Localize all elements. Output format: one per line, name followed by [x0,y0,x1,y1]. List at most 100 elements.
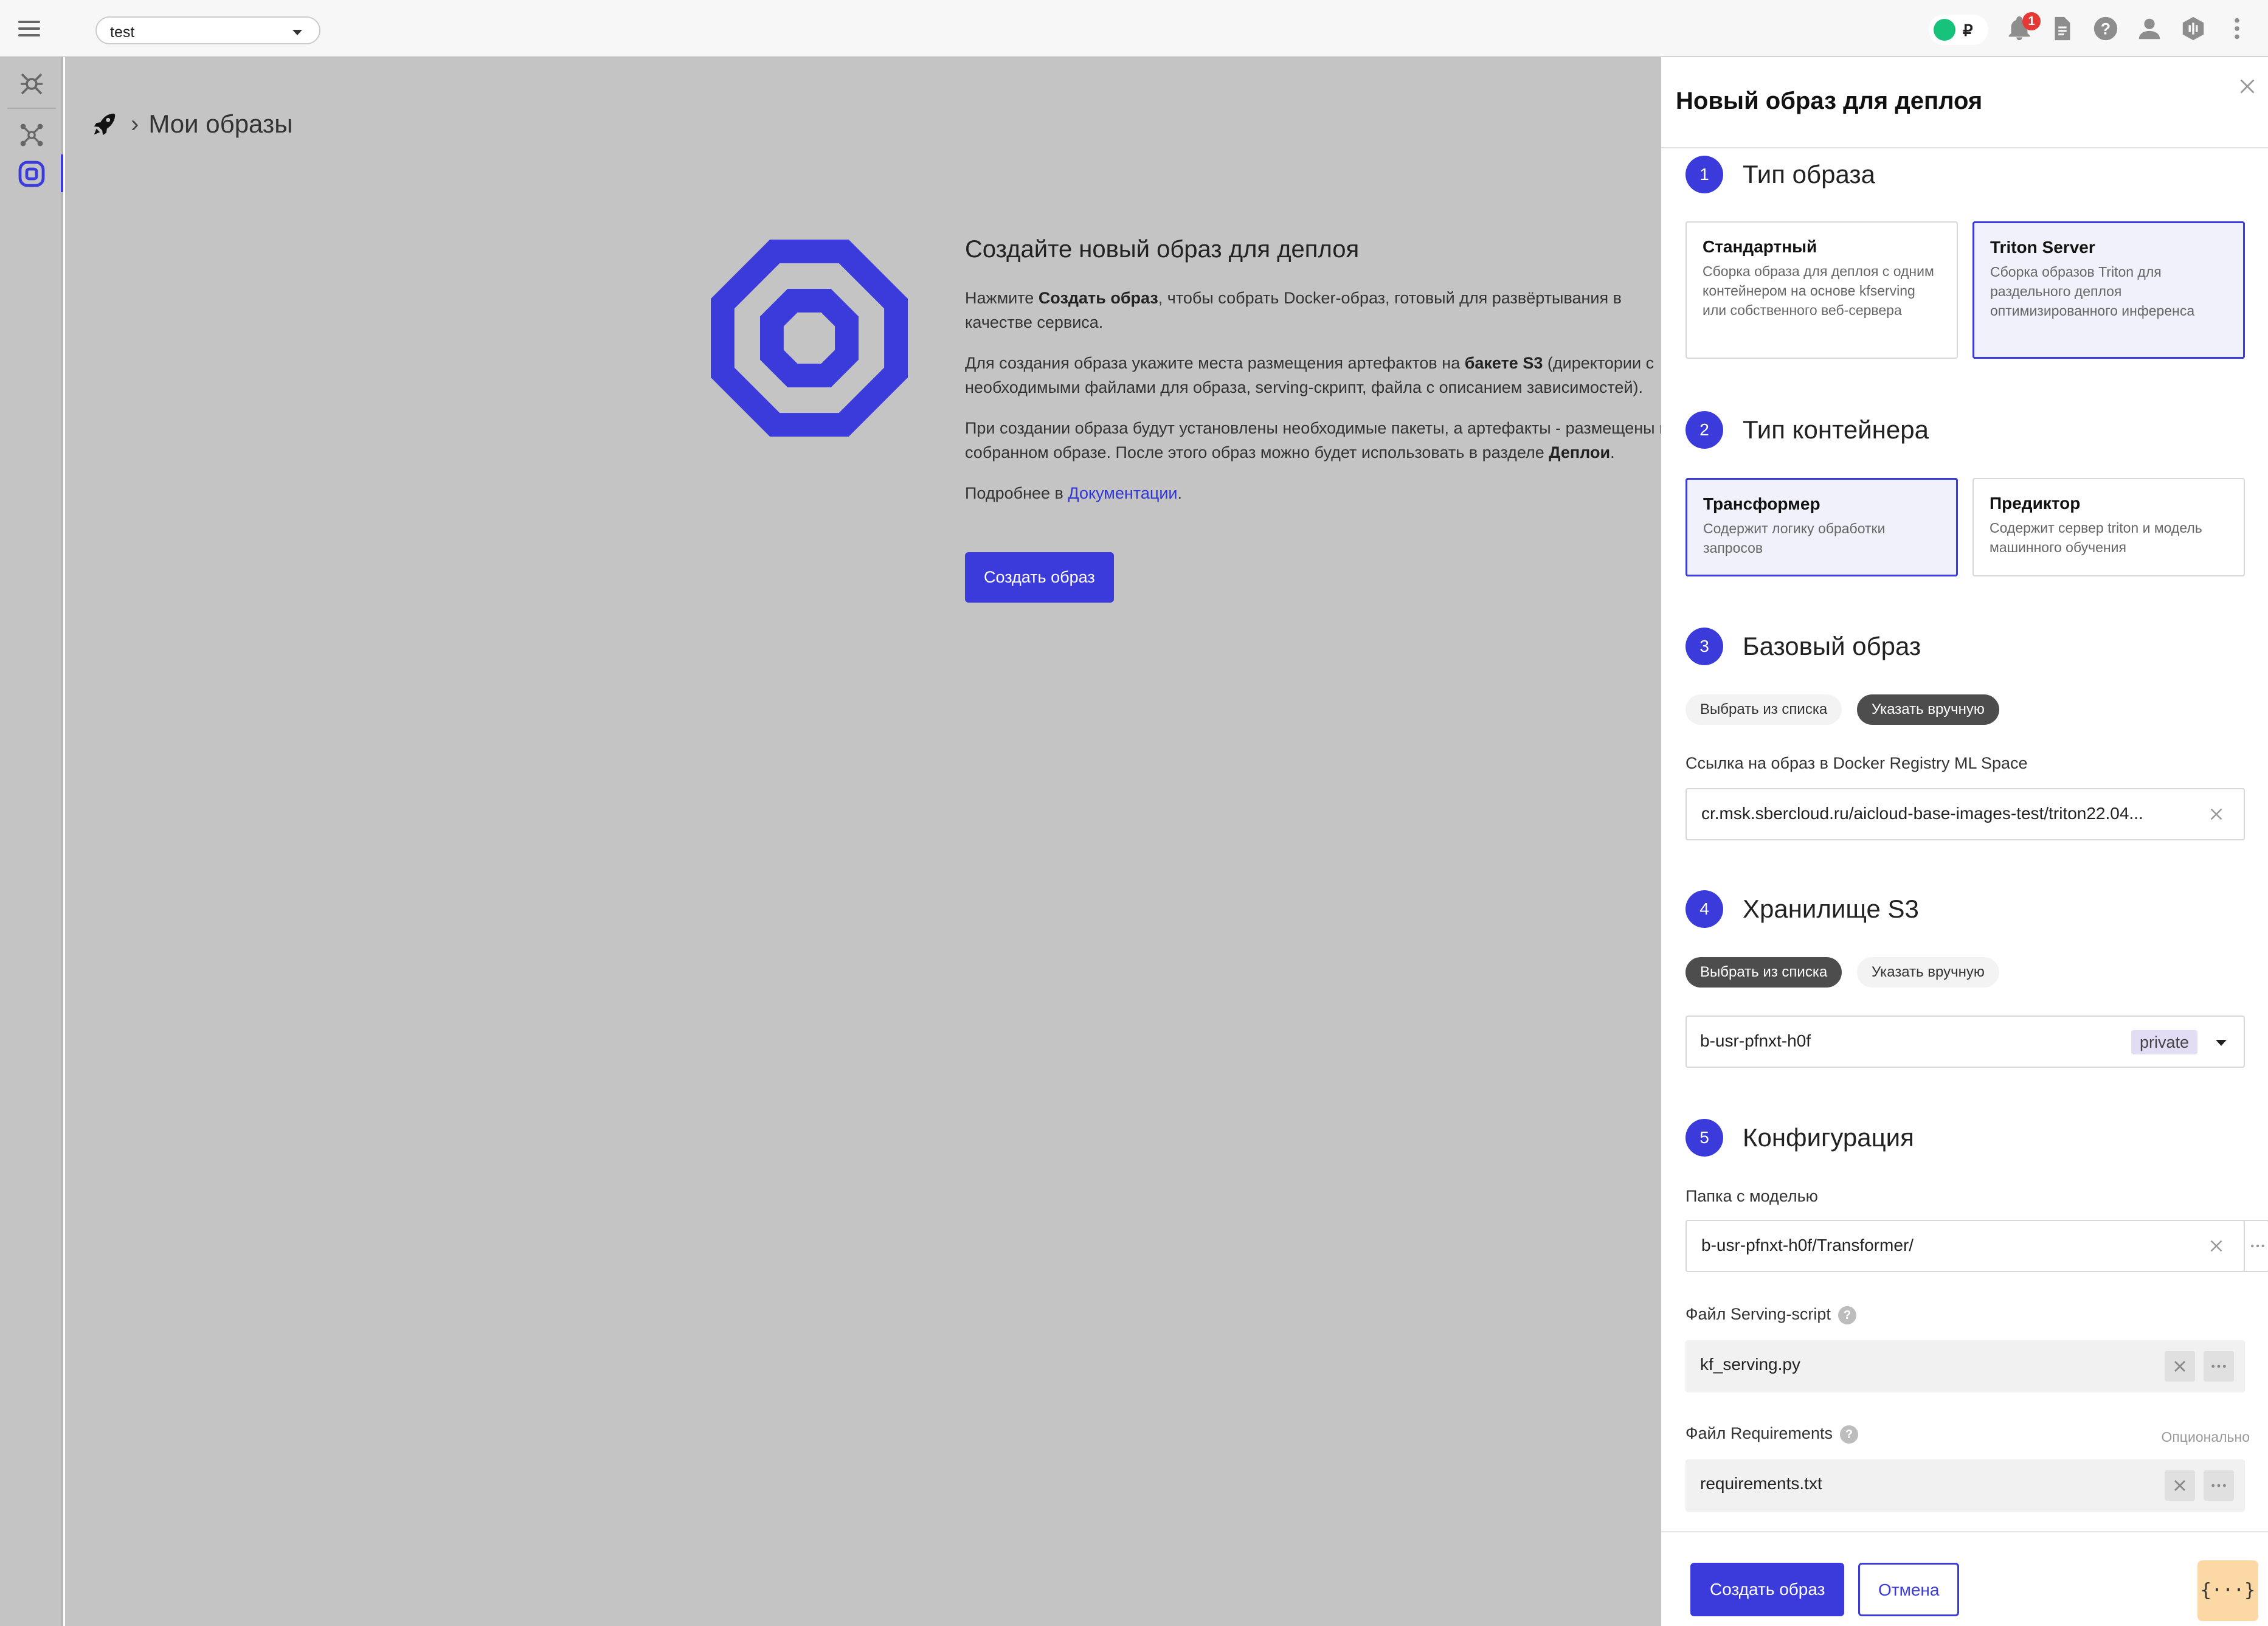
clear-button[interactable] [2165,1470,2195,1501]
left-rail [0,57,63,1626]
breadcrumb-separator: › [131,110,139,137]
help-icon[interactable]: ? [2092,15,2120,43]
documentation-link[interactable]: Документации [1068,484,1177,502]
empty-state-paragraph-2: Для создания образа укажите места размещ… [965,354,1654,396]
base-image-value: cr.msk.sbercloud.ru/aicloud-base-images-… [1701,804,2143,823]
clear-icon[interactable] [2206,804,2227,825]
more-horizontal-icon [2251,1244,2264,1248]
notification-badge: 1 [2022,12,2041,30]
serving-script-label: Файл Serving-script? [1685,1305,1856,1324]
base-image-input[interactable]: cr.msk.sbercloud.ru/aicloud-base-images-… [1685,788,2245,840]
requirements-label-text: Файл Requirements [1685,1424,1833,1442]
document-icon[interactable] [2048,15,2076,43]
base-image-tab-manual[interactable]: Указать вручную [1857,694,1999,725]
model-folder-input[interactable]: b-usr-pfnxt-h0f/Transformer/ [1685,1220,2245,1272]
model-folder-value: b-usr-pfnxt-h0f/Transformer/ [1701,1236,1914,1254]
empty-state: Создайте новый образ для деплоя Нажмите … [965,237,1676,603]
s3-bucket-value: b-usr-pfnxt-h0f [1700,1031,1811,1050]
step-image-type: 1 Тип образа [1685,156,1875,193]
card-title: Трансформер [1703,494,1820,513]
s3-tab-manual[interactable]: Указать вручную [1857,957,1999,988]
panel-title: Новый образ для деплоя [1676,88,1983,114]
empty-state-title: Создайте новый образ для деплоя [965,236,1360,263]
s3-bucket-select[interactable]: b-usr-pfnxt-h0f private [1685,1015,2245,1068]
card-description: Сборка образа для деплоя с одним контейн… [1703,263,1934,318]
rocket-icon[interactable] [91,110,119,138]
step-title: Базовый образ [1743,632,1921,660]
step-number: 5 [1685,1119,1723,1157]
step-number: 2 [1685,411,1723,449]
card-description: Сборка образов Triton для раздельного де… [1990,264,2195,319]
model-folder-label: Папка с моделью [1685,1187,1818,1205]
step-number: 4 [1685,890,1723,928]
container-card-transformer[interactable]: Трансформер Содержит логику обработки за… [1685,478,1958,576]
card-title: Triton Server [1990,238,2095,257]
breadcrumb: › Мои образы [91,109,292,139]
image-type-card-triton[interactable]: Triton Server Сборка образов Triton для … [1972,221,2245,359]
card-description: Содержит сервер triton и модель машинног… [1990,520,2202,555]
close-icon[interactable] [2236,75,2258,97]
requirements-value: requirements.txt [1700,1474,1822,1493]
new-image-panel: Новый образ для деплоя 1 Тип образа Стан… [1661,57,2268,1626]
card-title: Предиктор [1990,494,2081,513]
step-container-type: 2 Тип контейнера [1685,411,1929,449]
json-view-button[interactable]: {···} [2197,1560,2258,1621]
user-icon[interactable] [2135,15,2163,43]
step-base-image: 3 Базовый образ [1685,628,1921,665]
step-configuration: 5 Конфигурация [1685,1119,1914,1157]
panel-footer: Создать образ Отмена {···} [1661,1531,2268,1626]
card-description: Содержит логику обработки запросов [1703,521,1886,556]
project-select[interactable]: test [95,16,320,44]
browse-button[interactable] [2204,1470,2234,1501]
cancel-button[interactable]: Отмена [1858,1563,1960,1616]
requirements-label: Файл Requirements? [1685,1424,1858,1444]
active-indicator [61,154,63,192]
empty-state-paragraph-3: При создании образа будут установлены не… [965,419,1668,462]
graph-icon[interactable] [17,120,46,150]
chevron-down-icon [292,30,302,35]
submit-create-image-button[interactable]: Создать образ [1690,1563,1845,1616]
clear-icon [2174,1480,2185,1491]
balance-widget[interactable]: ₽ [1929,15,1988,45]
balance-icon [1934,19,1955,41]
svg-text:?: ? [2101,20,2111,38]
serving-script-value: kf_serving.py [1700,1355,1800,1374]
images-icon[interactable] [17,159,46,189]
images-logo-icon [711,240,908,437]
rail-divider [7,108,56,109]
menu-icon[interactable] [18,21,40,36]
currency-symbol: ₽ [1963,21,1973,40]
model-folder-browse-button[interactable] [2244,1220,2268,1272]
requirements-input[interactable]: requirements.txt [1685,1459,2245,1512]
chevron-down-icon [2216,1040,2227,1046]
more-vertical-icon[interactable] [2223,15,2251,43]
help-icon[interactable]: ? [1839,1425,1858,1444]
top-bar: test ₽ 1 ? [0,0,2268,57]
s3-tab-list[interactable]: Выбрать из списка [1685,957,1842,988]
step-number: 1 [1685,156,1723,193]
panel-header: Новый образ для деплоя [1661,57,2268,148]
bucket-access-tag: private [2131,1030,2197,1054]
step-number: 3 [1685,628,1723,665]
clear-icon [2174,1361,2185,1372]
container-card-predictor[interactable]: Предиктор Содержит сервер triton и модел… [1972,478,2245,576]
help-icon[interactable]: ? [1838,1306,1856,1324]
optional-hint: Опционально [2161,1429,2250,1445]
support-icon[interactable] [2179,15,2207,43]
browse-button[interactable] [2204,1351,2234,1382]
create-image-button[interactable]: Создать образ [965,552,1114,603]
clear-button[interactable] [2165,1351,2195,1382]
image-type-card-standard[interactable]: Стандартный Сборка образа для деплоя с о… [1685,221,1958,359]
base-image-tab-list[interactable]: Выбрать из списка [1685,694,1842,725]
step-title: Хранилище S3 [1743,894,1919,923]
clear-icon[interactable] [2206,1236,2227,1256]
step-title: Тип контейнера [1743,415,1929,444]
page-title: Мои образы [148,109,293,138]
environments-icon[interactable] [17,69,46,99]
empty-state-paragraph-4: Подробнее в Документации. [965,484,1183,502]
base-image-label: Ссылка на образ в Docker Registry ML Spa… [1685,754,2028,772]
project-select-value: test [110,24,135,41]
serving-script-input[interactable]: kf_serving.py [1685,1340,2245,1392]
step-s3-storage: 4 Хранилище S3 [1685,890,1919,928]
card-title: Стандартный [1703,237,1817,256]
